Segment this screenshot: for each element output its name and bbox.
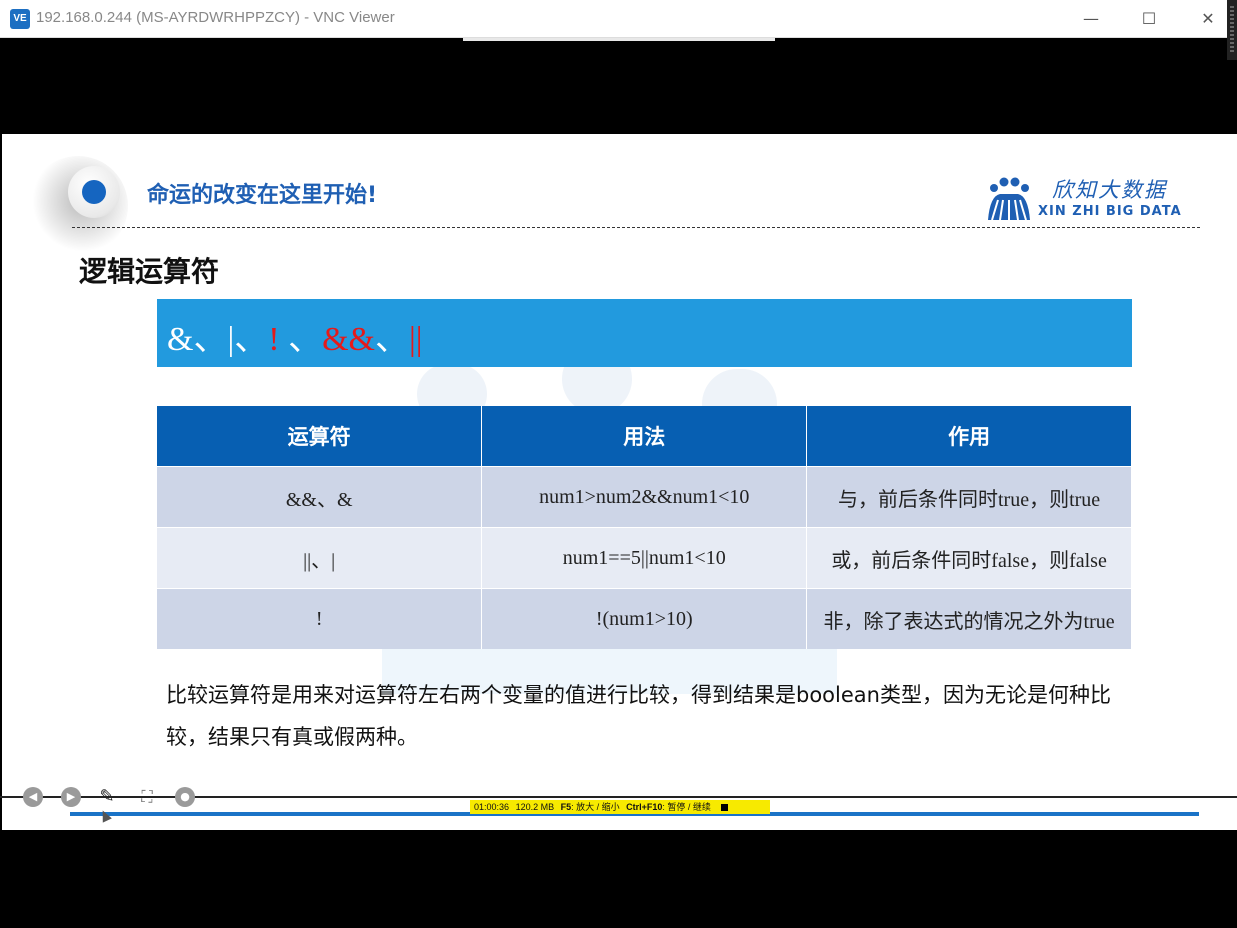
table-cell: 或，前后条件同时false，则false — [806, 527, 1132, 589]
close-button[interactable]: ✕ — [1185, 0, 1231, 38]
zoom-button[interactable]: ⛶ — [137, 787, 157, 807]
menu-dot-icon: ● — [180, 790, 190, 803]
pause-hotkey-action: : 暂停 / 继续 — [662, 802, 711, 812]
operator-banner: &、|、! 、&&、|| — [157, 299, 1132, 367]
pen-icon: ✎ — [99, 786, 115, 807]
table-cell: !(num1>10) — [481, 588, 808, 649]
operator-token: ! — [268, 321, 280, 358]
table-header-row: 运算符 用法 作用 — [157, 406, 1132, 467]
operator-token: &、 — [167, 321, 228, 358]
zoom-hotkey-action: : 放大 / 缩小 — [571, 802, 620, 812]
operator-token: || — [409, 321, 423, 358]
zoom-hotkey: F5 — [560, 802, 572, 812]
window-titlebar: VE 192.168.0.244 (MS-AYRDWRHPPZCY) - VNC… — [0, 0, 1237, 38]
pause-hotkey: Ctrl+F10 — [626, 802, 663, 812]
vnc-letterbox-bottom — [0, 830, 1237, 928]
table-cell: &&、& — [157, 466, 483, 528]
explanation-text: 比较运算符是用来对运算符左右两个变量的值进行比较，得到结果是boolean类型，… — [166, 683, 1111, 749]
table-row: ! !(num1>10) 非，除了表达式的情况之外为true — [157, 588, 1132, 649]
scroll-grip[interactable] — [1227, 0, 1237, 60]
maximize-button[interactable]: ☐ — [1126, 0, 1172, 38]
slide-slogan: 命运的改变在这里开始! — [147, 183, 378, 208]
table-cell: num1==5||num1<10 — [481, 527, 808, 589]
operator-token: && — [322, 321, 375, 358]
brand-name-en: XIN ZHI BIG DATA — [1038, 204, 1182, 219]
slide-logo-ball — [68, 166, 120, 218]
vnc-viewer-app-icon: VE — [10, 9, 30, 29]
operator-token: |、 — [227, 321, 269, 358]
next-slide-button[interactable]: ▶ — [61, 787, 81, 807]
more-options-button[interactable]: ● — [175, 787, 195, 807]
operator-token: 、 — [279, 321, 323, 358]
operator-token: 、 — [375, 321, 409, 358]
arrow-left-icon: ◀ — [28, 790, 38, 803]
vnc-toolbar-handle[interactable] — [463, 38, 775, 41]
screen-recorder-status-bar: 01:00:36 120.2 MB F5: 放大 / 缩小 Ctrl+F10: … — [470, 800, 770, 814]
zoom-frame-icon: ⛶ — [141, 787, 153, 806]
operator-list: &、|、! 、&&、|| — [167, 311, 423, 360]
table-header-effect: 作用 — [806, 406, 1132, 467]
stop-recording-icon[interactable] — [721, 804, 729, 812]
table-cell: ! — [157, 588, 483, 649]
minimize-button[interactable]: — — [1068, 0, 1114, 38]
recording-time: 01:00:36 — [474, 802, 510, 812]
table-cell: num1>num2&&num1<10 — [481, 466, 808, 528]
brand-logo: 欣知大数据 XIN ZHI BIG DATA — [986, 174, 1201, 224]
slide-title: 逻辑运算符 — [79, 255, 220, 288]
window-title: 192.168.0.244 (MS-AYRDWRHPPZCY) - VNC Vi… — [36, 9, 395, 26]
previous-slide-button[interactable]: ◀ — [23, 787, 43, 807]
table-row: &&、& num1>num2&&num1<10 与，前后条件同时true，则tr… — [157, 466, 1132, 528]
arrow-right-icon: ▶ — [66, 790, 76, 803]
brand-name-cn: 欣知大数据 — [1052, 178, 1167, 202]
pen-tool-button[interactable]: ✎ — [97, 787, 117, 807]
table-cell: 非，除了表达式的情况之外为true — [806, 588, 1132, 649]
table-cell: 与，前后条件同时true，则true — [806, 466, 1132, 528]
table-row: ||、| num1==5||num1<10 或，前后条件同时false，则fal… — [157, 527, 1132, 589]
recording-memory: 120.2 MB — [515, 802, 555, 812]
header-divider — [72, 227, 1200, 228]
table-header-operator: 运算符 — [157, 406, 483, 467]
table-header-usage: 用法 — [481, 406, 808, 467]
brand-people-icon — [988, 177, 1030, 220]
table-cell: ||、| — [157, 527, 483, 589]
logo-dot — [82, 180, 106, 204]
presentation-slide: 命运的改变在这里开始! 欣知大数据 XIN ZHI BIG DATA 逻辑运算符… — [2, 134, 1237, 830]
logical-operator-table: 运算符 用法 作用 &&、& num1>num2&&num1<10 与，前后条件… — [157, 406, 1132, 649]
